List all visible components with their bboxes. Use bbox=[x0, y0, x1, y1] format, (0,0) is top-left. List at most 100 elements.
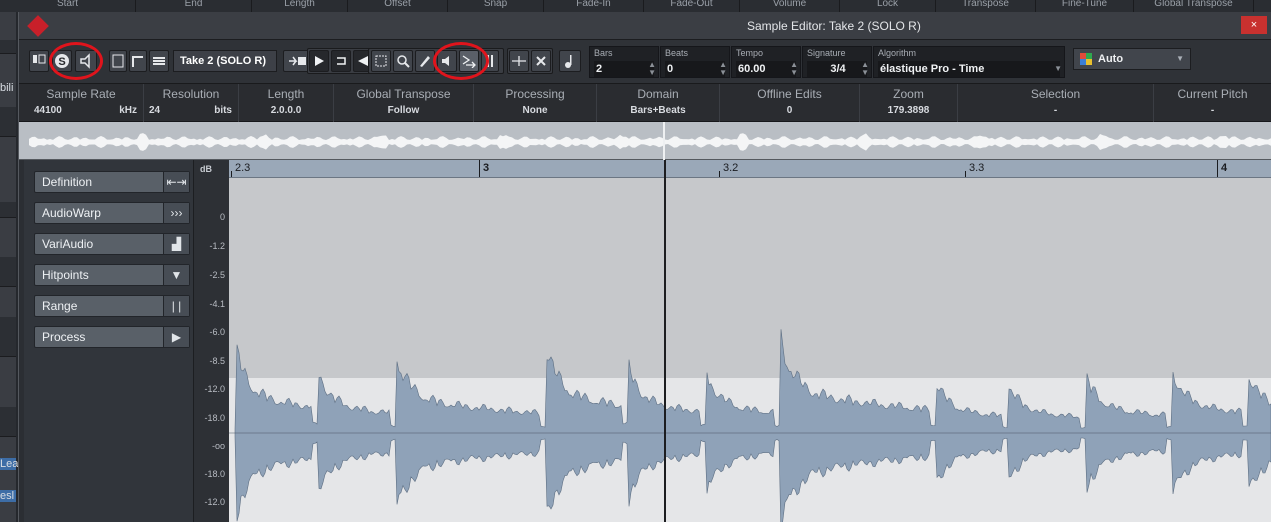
variaudio-icon[interactable]: ▟ bbox=[163, 234, 189, 254]
play-button[interactable] bbox=[309, 50, 329, 72]
info-column[interactable]: Length 2.0.0.0 bbox=[239, 84, 334, 122]
snap-zero-button[interactable] bbox=[129, 50, 147, 72]
overview-waveform-path bbox=[29, 133, 1271, 151]
project-info-header: Fade-In bbox=[544, 0, 644, 12]
clip-list-button[interactable] bbox=[149, 50, 169, 72]
spinner-icon[interactable]: ▲ ▼ bbox=[790, 61, 798, 77]
info-column[interactable]: Resolution 24 bits bbox=[144, 84, 239, 122]
snap-button[interactable] bbox=[109, 50, 127, 72]
zoom-tool-button[interactable] bbox=[393, 50, 413, 72]
waveform-display[interactable] bbox=[229, 178, 1271, 522]
audiowarp-icon[interactable]: ››› bbox=[163, 203, 189, 223]
info-value[interactable]: Bars+Beats bbox=[597, 105, 719, 116]
range-icon[interactable]: | | bbox=[163, 296, 189, 316]
project-info-header: Lock bbox=[840, 0, 936, 12]
project-info-header: Offset bbox=[348, 0, 448, 12]
bars-value[interactable]: 2 bbox=[594, 61, 654, 77]
inspector-section-range[interactable]: Range | | bbox=[34, 295, 190, 317]
inspector-section-variaudio[interactable]: VariAudio ▟ bbox=[34, 233, 190, 255]
info-value[interactable]: None bbox=[474, 105, 596, 116]
signature-field[interactable]: Signature 3/4 ▲ ▼ bbox=[802, 46, 872, 78]
db-tick-label: -4.1 bbox=[209, 299, 225, 309]
project-info-header: Length bbox=[252, 0, 348, 12]
info-value[interactable]: 0 bbox=[720, 105, 859, 116]
beats-value[interactable]: 0 bbox=[665, 61, 725, 77]
algorithm-label: Algorithm bbox=[878, 48, 917, 58]
inspector-section-hitpoints[interactable]: Hitpoints ▼ bbox=[34, 264, 190, 286]
dropdown-arrow-icon[interactable]: ▼ bbox=[1054, 65, 1062, 73]
project-info-header: Volume bbox=[740, 0, 840, 12]
unstretch-button[interactable] bbox=[531, 50, 551, 72]
inspector-section-process[interactable]: Process ▶ bbox=[34, 326, 190, 348]
ruler-tick bbox=[479, 160, 480, 177]
definition-icon[interactable]: ⇤⇥ bbox=[163, 172, 189, 192]
hitpoint-tool-button[interactable] bbox=[509, 50, 529, 72]
ruler-mark: 3.3 bbox=[969, 162, 985, 174]
left-strip-block bbox=[0, 317, 16, 357]
ruler[interactable]: 2.3 3 3.2 3.3 4 bbox=[229, 160, 1271, 178]
auto-select-dropdown[interactable]: Auto ▼ bbox=[1073, 48, 1191, 70]
spinner-icon[interactable]: ▲ ▼ bbox=[648, 61, 656, 77]
title-bar[interactable]: Sample Editor: Take 2 (SOLO R) × bbox=[19, 12, 1271, 40]
inspector-section-definition[interactable]: Definition ⇤⇥ bbox=[34, 171, 190, 193]
ruler-mark: 3.2 bbox=[723, 162, 739, 174]
inspector-section-audiowarp[interactable]: AudioWarp ››› bbox=[34, 202, 190, 224]
tempo-label: Tempo bbox=[736, 48, 764, 58]
info-column[interactable]: Domain Bars+Beats bbox=[597, 84, 720, 122]
bars-field[interactable]: Bars 2 ▲ ▼ bbox=[589, 46, 659, 78]
algorithm-value[interactable]: élastique Pro - Time bbox=[878, 61, 1060, 77]
ruler-tick bbox=[1217, 160, 1218, 177]
left-strip-block bbox=[0, 40, 16, 54]
sample-editor-window: Sample Editor: Take 2 (SOLO R) × S Take … bbox=[18, 12, 1271, 522]
info-column[interactable]: Offline Edits 0 bbox=[720, 84, 860, 122]
info-column[interactable]: Global Transpose Follow bbox=[334, 84, 474, 122]
show-inspector-button[interactable] bbox=[29, 50, 49, 72]
spinner-icon[interactable]: ▲ ▼ bbox=[861, 61, 869, 77]
loop-button[interactable] bbox=[331, 50, 351, 72]
info-header: Domain bbox=[637, 87, 679, 101]
playback-cursor[interactable] bbox=[664, 160, 666, 522]
info-value[interactable]: 2.0.0.0 bbox=[239, 105, 333, 116]
info-header: Resolution bbox=[162, 87, 220, 101]
project-info-header: Transpose bbox=[936, 0, 1036, 12]
project-info-header: Fine-Tune bbox=[1036, 0, 1134, 12]
tempo-field[interactable]: Tempo 60.00 ▲ ▼ bbox=[731, 46, 801, 78]
signature-label: Signature bbox=[807, 48, 846, 58]
algorithm-field[interactable]: Algorithm élastique Pro - Time ▼ bbox=[873, 46, 1065, 78]
db-tick-label: -6.0 bbox=[209, 327, 225, 337]
info-column[interactable]: Zoom 179.3898 bbox=[860, 84, 958, 122]
process-icon[interactable]: ▶ bbox=[163, 327, 189, 347]
project-info-header: End bbox=[136, 0, 252, 12]
range-select-icon bbox=[375, 55, 387, 67]
info-column[interactable]: Processing None bbox=[474, 84, 597, 122]
info-value[interactable]: 24 bits bbox=[144, 105, 238, 116]
range-tool-button[interactable] bbox=[371, 50, 391, 72]
left-strip-block bbox=[0, 107, 16, 137]
musical-mode-button[interactable] bbox=[559, 50, 581, 72]
info-column[interactable]: Sample Rate 44100 kHz bbox=[19, 84, 144, 122]
draw-tool-button[interactable] bbox=[415, 50, 435, 72]
close-window-button[interactable]: × bbox=[1241, 16, 1267, 34]
inspector-toggle-icon bbox=[33, 54, 46, 64]
snap-zero-icon bbox=[132, 56, 143, 67]
info-unit: bits bbox=[214, 105, 232, 116]
info-column[interactable]: Current Pitch - bbox=[1154, 84, 1271, 122]
info-value[interactable]: Follow bbox=[334, 105, 473, 116]
left-strip-block bbox=[0, 202, 16, 218]
db-scale: dB 0 -1.2 -2.5 -4.1 -6.0 -8.5 -12.0 -18.0 -oo -18… bbox=[194, 160, 229, 522]
hitpoints-icon[interactable]: ▼ bbox=[163, 265, 189, 285]
info-header: Offline Edits bbox=[757, 87, 822, 101]
info-value[interactable]: 179.3898 bbox=[860, 105, 957, 116]
info-value[interactable]: 44100 kHz bbox=[19, 105, 143, 116]
tempo-value[interactable]: 60.00 bbox=[736, 61, 796, 77]
beats-field[interactable]: Beats 0 ▲ ▼ bbox=[660, 46, 730, 78]
info-value[interactable]: - bbox=[1154, 105, 1271, 116]
inspector-panel: Definition ⇤⇥ AudioWarp ››› VariAudio ▟ Hitpoi… bbox=[24, 160, 194, 522]
spinner-icon[interactable]: ▲ ▼ bbox=[719, 61, 727, 77]
clip-selector[interactable]: Take 2 (SOLO R) bbox=[173, 50, 277, 72]
signature-value[interactable]: 3/4 bbox=[807, 61, 867, 77]
db-tick-label: -2.5 bbox=[209, 270, 225, 280]
info-column[interactable]: Selection - bbox=[958, 84, 1154, 122]
waveform-overview[interactable] bbox=[19, 122, 1271, 160]
info-value[interactable]: - bbox=[958, 105, 1153, 116]
